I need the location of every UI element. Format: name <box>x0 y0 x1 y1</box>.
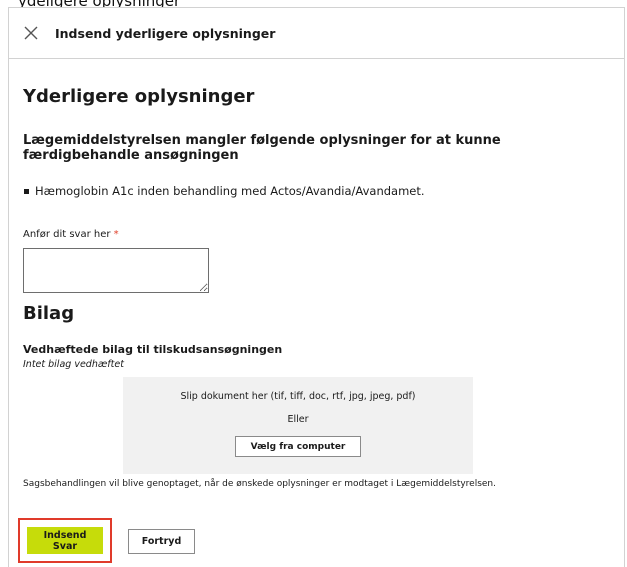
dropzone-text: Slip dokument her (tif, tiff, doc, rtf, … <box>180 391 416 402</box>
processing-note: Sagsbehandlingen vil blive genoptaget, n… <box>23 479 497 489</box>
dropzone-or: Eller <box>287 414 309 425</box>
dialog-header: Indsend yderligere oplysninger <box>9 8 624 59</box>
submit-info-dialog: Indsend yderligere oplysninger Yderliger… <box>8 7 625 567</box>
close-icon[interactable] <box>21 23 41 43</box>
submit-button[interactable]: Indsend Svar <box>27 527 103 554</box>
attachments-subheading: Vedhæftede bilag til tilskudsansøgningen <box>23 343 283 356</box>
no-attachment-text: Intet bilag vedhæftet <box>23 359 124 370</box>
dialog-footer: Indsend Svar Fortryd <box>18 518 195 563</box>
choose-file-button[interactable]: Vælg fra computer <box>235 436 361 457</box>
missing-info-list: Hæmoglobin A1c inden behandling med Acto… <box>23 184 610 198</box>
dialog-body: Yderligere oplysninger Lægemiddelstyrels… <box>9 86 624 489</box>
attachments-heading: Bilag <box>23 303 75 324</box>
submit-focus-ring: Indsend Svar <box>18 518 112 563</box>
answer-textarea[interactable] <box>23 248 209 293</box>
missing-info-heading: Lægemiddelstyrelsen mangler følgende opl… <box>23 133 501 163</box>
answer-label: Anfør dit svar her * <box>23 229 610 240</box>
required-marker: * <box>113 229 119 240</box>
file-dropzone[interactable]: Slip dokument her (tif, tiff, doc, rtf, … <box>123 377 473 474</box>
dialog-title: Indsend yderligere oplysninger <box>55 25 276 41</box>
section-heading: Yderligere oplysninger <box>23 86 255 107</box>
list-item: Hæmoglobin A1c inden behandling med Acto… <box>23 184 610 198</box>
answer-label-text: Anfør dit svar her <box>23 229 111 240</box>
cancel-button[interactable]: Fortryd <box>128 529 195 554</box>
